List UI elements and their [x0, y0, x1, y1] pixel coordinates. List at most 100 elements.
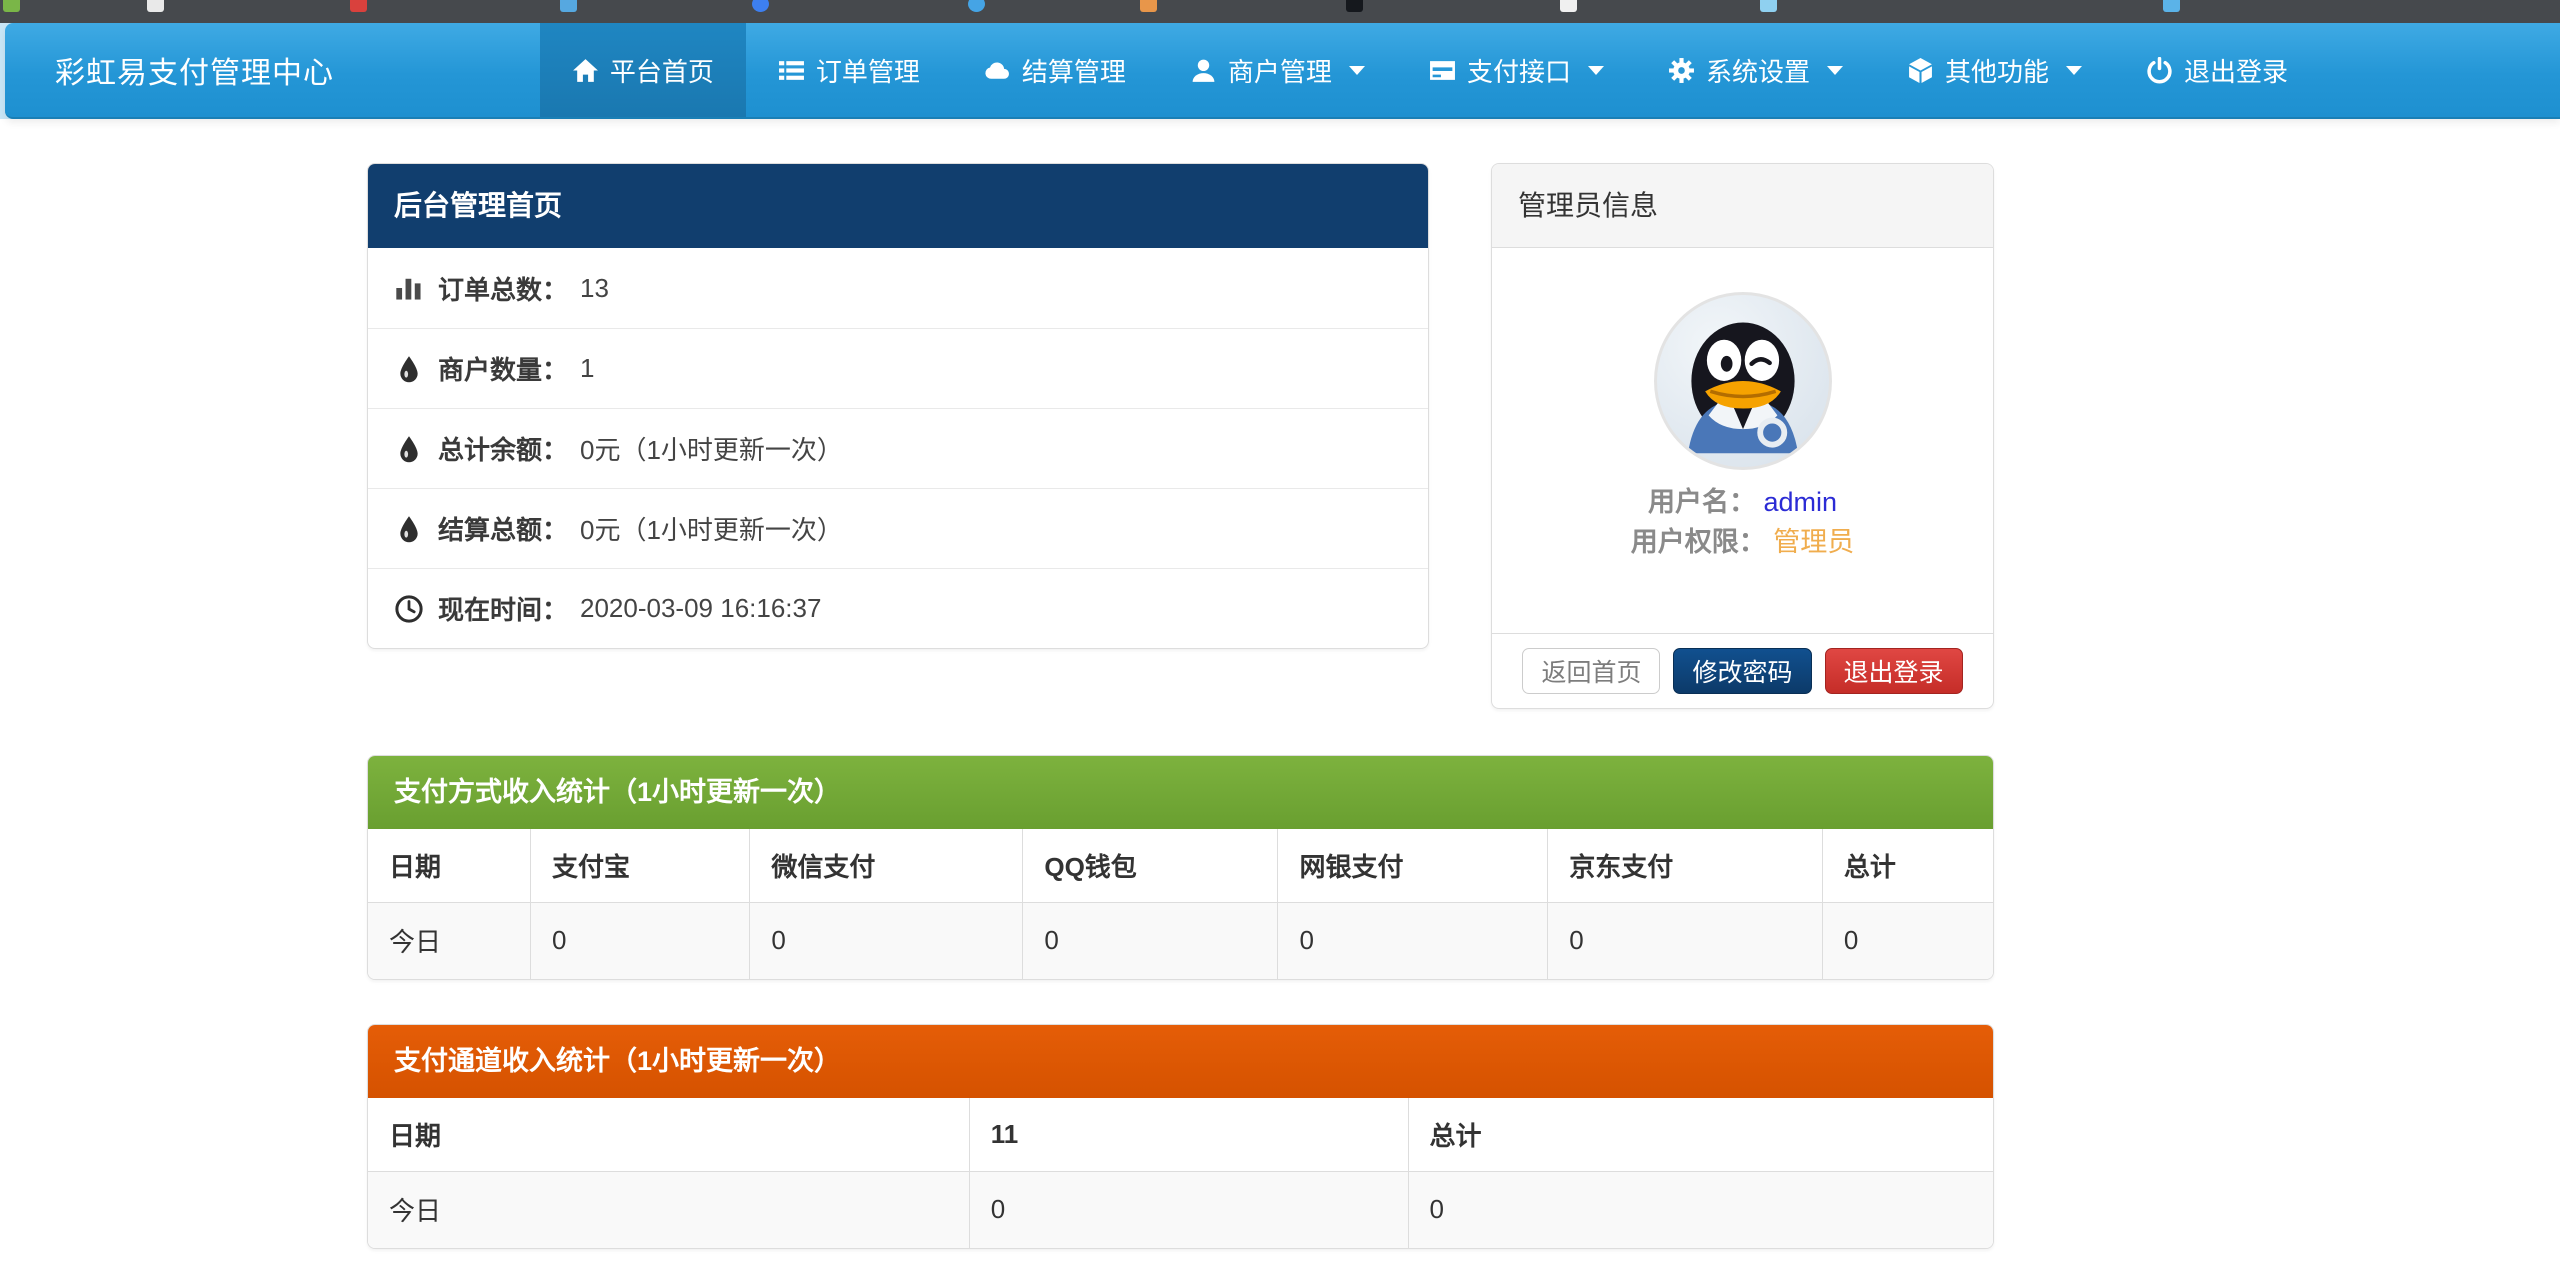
column-header: 总计	[1408, 1098, 1993, 1171]
table-row: 今日 0 0 0 0 0 0	[368, 902, 1993, 979]
favicon-blue-circle[interactable]	[752, 0, 769, 12]
admin-body: 用户名： admin 用户权限： 管理员	[1492, 292, 1993, 633]
cell: 0	[1548, 902, 1823, 979]
cell: 0	[1822, 902, 1993, 979]
credit-card-icon	[1429, 57, 1456, 84]
droplet-icon	[394, 434, 424, 464]
column-header: 网银支付	[1278, 829, 1548, 902]
user-icon	[1190, 57, 1217, 84]
column-header: QQ钱包	[1023, 829, 1278, 902]
admin-panel-title: 管理员信息	[1492, 164, 1993, 248]
droplet-icon	[394, 354, 424, 384]
column-header: 微信支付	[750, 829, 1023, 902]
chevron-down-icon	[1827, 66, 1843, 75]
logout-button[interactable]: 退出登录	[1825, 648, 1963, 694]
main-nav: 平台首页 订单管理 结算管理 商户管理 支付接口	[540, 23, 2320, 117]
droplet-icon	[394, 514, 424, 544]
pay-channel-stats-title: 支付通道收入统计（1小时更新一次）	[368, 1025, 1993, 1098]
navbar: 彩虹易支付管理中心 平台首页 订单管理 结算管理 商户管理	[5, 23, 2560, 119]
favicon-green[interactable]	[3, 0, 20, 12]
nav-item-other-functions[interactable]: 其他功能	[1875, 23, 2114, 117]
favicon-red[interactable]	[350, 0, 367, 12]
cube-icon	[1907, 57, 1934, 84]
admin-footer: 返回首页 修改密码 退出登录	[1492, 633, 1993, 708]
column-header: 日期	[368, 1098, 969, 1171]
stat-settled-total: 结算总额： 0元（1小时更新一次）	[368, 488, 1428, 568]
nav-item-merchants[interactable]: 商户管理	[1158, 23, 1397, 117]
clock-icon	[394, 594, 424, 624]
stat-list: 订单总数： 13 商户数量： 1 总计余额： 0元（1小时更新一次）	[368, 248, 1428, 648]
column-header: 日期	[368, 829, 531, 902]
list-icon	[778, 57, 805, 84]
cell: 0	[750, 902, 1023, 979]
table-header-row: 日期 支付宝 微信支付 QQ钱包 网银支付 京东支付 总计	[368, 829, 1993, 902]
nav-item-label: 系统设置	[1706, 52, 1810, 89]
nav-item-label: 平台首页	[610, 52, 714, 89]
stat-total-orders: 订单总数： 13	[368, 248, 1428, 328]
nav-item-label: 支付接口	[1467, 52, 1571, 89]
nav-item-pay-interfaces[interactable]: 支付接口	[1397, 23, 1636, 117]
chevron-down-icon	[1588, 66, 1604, 75]
nav-item-label: 商户管理	[1228, 52, 1332, 89]
username-label: 用户名：	[1648, 487, 1756, 517]
bookmarks-bar	[0, 0, 2560, 23]
table-header-row: 日期 11 总计	[368, 1098, 1993, 1171]
top-row: 后台管理首页 订单总数： 13 商户数量： 1	[367, 163, 1994, 709]
role-badge: 管理员	[1773, 527, 1854, 557]
favicon-white-2[interactable]	[1560, 0, 1577, 12]
pay-method-stats-panel: 支付方式收入统计（1小时更新一次） 日期 支付宝 微信支付 QQ钱包 网银支付 …	[367, 755, 1994, 980]
column-header: 11	[969, 1098, 1408, 1171]
cell: 0	[531, 902, 750, 979]
favicon-black[interactable]	[1346, 0, 1363, 12]
favicon-orange[interactable]	[1140, 0, 1157, 12]
back-home-button[interactable]: 返回首页	[1522, 648, 1660, 694]
cell: 0	[1408, 1171, 1993, 1248]
nav-item-platform-home[interactable]: 平台首页	[540, 23, 746, 117]
pay-channel-stats-table: 日期 11 总计 今日 0 0	[368, 1098, 1993, 1248]
gear-icon	[1668, 57, 1695, 84]
favicon-small-blue[interactable]	[560, 0, 577, 12]
table-row: 今日 0 0	[368, 1171, 1993, 1248]
nav-item-label: 其他功能	[1945, 52, 2049, 89]
nav-item-label: 订单管理	[816, 52, 920, 89]
bar-chart-icon	[394, 273, 424, 303]
main-content: 后台管理首页 订单总数： 13 商户数量： 1	[367, 163, 1994, 1249]
stat-merchant-count: 商户数量： 1	[368, 328, 1428, 408]
stat-current-time: 现在时间： 2020-03-09 16:16:37	[368, 568, 1428, 648]
navbar-wrap: 彩虹易支付管理中心 平台首页 订单管理 结算管理 商户管理	[0, 23, 2560, 119]
column-header: 京东支付	[1548, 829, 1823, 902]
role-row: 用户权限： 管理员	[1492, 522, 1993, 562]
username-link[interactable]: admin	[1763, 487, 1837, 517]
favicon-lightblue-circle[interactable]	[968, 0, 985, 12]
chevron-down-icon	[2066, 66, 2082, 75]
dashboard-panel: 后台管理首页 订单总数： 13 商户数量： 1	[367, 163, 1429, 649]
cell: 0	[969, 1171, 1408, 1248]
nav-item-settlement[interactable]: 结算管理	[952, 23, 1158, 117]
favicon-white[interactable]	[147, 0, 164, 12]
favicon-skyblue[interactable]	[1760, 0, 1777, 12]
pay-channel-stats-panel: 支付通道收入统计（1小时更新一次） 日期 11 总计 今日 0 0	[367, 1024, 1994, 1249]
cloud-icon	[984, 57, 1011, 84]
column-header: 总计	[1822, 829, 1993, 902]
chevron-down-icon	[1349, 66, 1365, 75]
username-row: 用户名： admin	[1492, 482, 1993, 522]
nav-item-logout[interactable]: 退出登录	[2114, 23, 2320, 117]
cell: 今日	[368, 1171, 969, 1248]
column-header: 支付宝	[531, 829, 750, 902]
cell: 0	[1278, 902, 1548, 979]
brand-title[interactable]: 彩虹易支付管理中心	[55, 48, 334, 92]
role-label: 用户权限：	[1631, 527, 1766, 557]
cell: 今日	[368, 902, 531, 979]
stat-total-balance: 总计余额： 0元（1小时更新一次）	[368, 408, 1428, 488]
change-password-button[interactable]: 修改密码	[1673, 648, 1811, 694]
pay-method-stats-title: 支付方式收入统计（1小时更新一次）	[368, 756, 1993, 829]
dashboard-panel-title: 后台管理首页	[368, 164, 1428, 248]
power-icon	[2146, 57, 2173, 84]
home-icon	[572, 57, 599, 84]
qq-penguin-image	[1657, 295, 1829, 467]
nav-item-orders[interactable]: 订单管理	[746, 23, 952, 117]
favicon-blue-square[interactable]	[2163, 0, 2180, 12]
admin-panel: 管理员信息	[1491, 163, 1994, 709]
avatar	[1654, 292, 1832, 470]
nav-item-system-settings[interactable]: 系统设置	[1636, 23, 1875, 117]
